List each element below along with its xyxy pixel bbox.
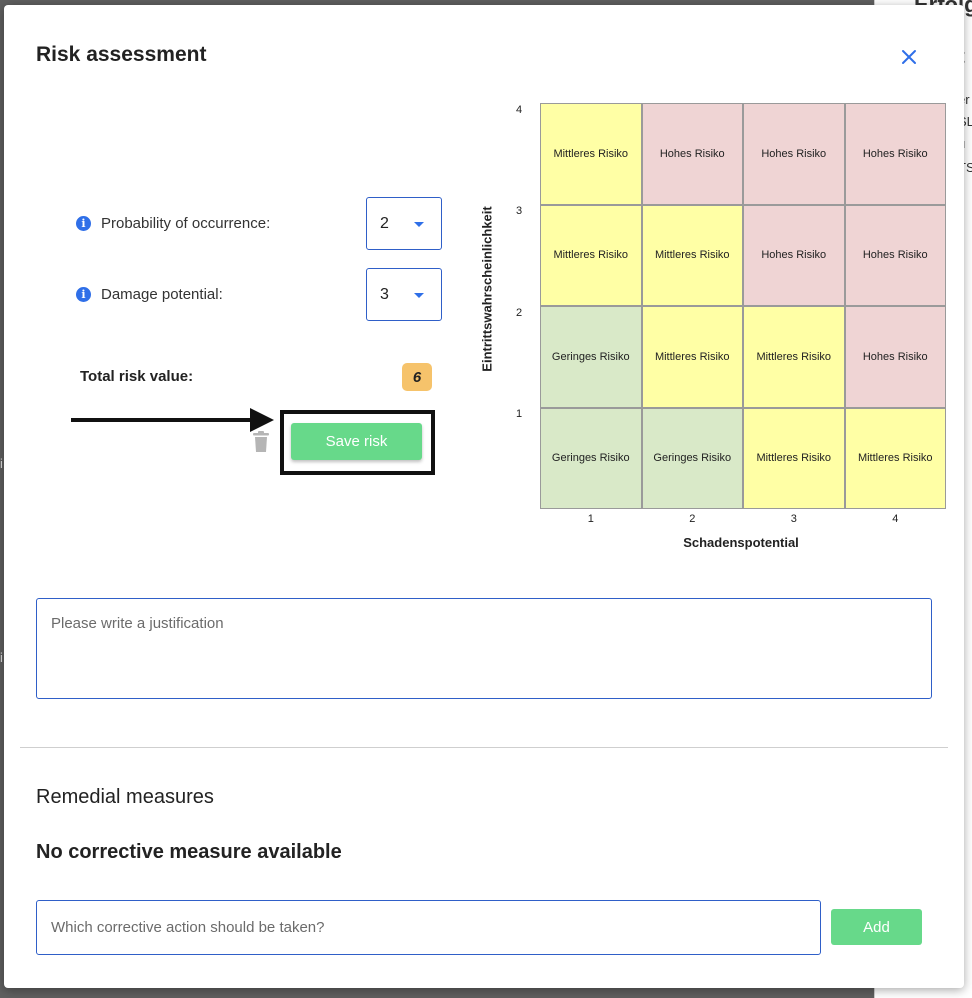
y-tick-label: 1 xyxy=(516,408,523,421)
damage-value: 3 xyxy=(380,285,389,303)
x-tick-label: 1 xyxy=(587,513,594,525)
y-tick-label: 4 xyxy=(516,103,523,116)
matrix-cell: Hohes Risiko xyxy=(844,103,946,205)
total-risk-badge: 6 xyxy=(402,363,432,391)
matrix-cell: Mittleres Risiko xyxy=(743,407,845,509)
info-icon[interactable]: i xyxy=(76,216,91,231)
info-icon[interactable]: i xyxy=(76,287,91,302)
remedial-measures-title: Remedial measures xyxy=(36,786,214,808)
no-measures-message: No corrective measure available xyxy=(36,841,342,863)
probability-label: Probability of occurrence: xyxy=(101,215,271,232)
background-text-fragment: i xyxy=(0,650,3,665)
matrix-cell: Mittleres Risiko xyxy=(540,103,642,205)
modal-title: Risk assessment xyxy=(36,43,207,66)
damage-row: i Damage potential: xyxy=(76,286,223,303)
matrix-cell: Hohes Risiko xyxy=(743,204,845,306)
x-axis-label: Schadenspotential xyxy=(683,535,799,550)
x-tick-label: 3 xyxy=(790,513,797,525)
matrix-cell: Mittleres Risiko xyxy=(743,306,845,408)
chevron-down-icon xyxy=(414,222,424,227)
damage-label: Damage potential: xyxy=(101,286,223,303)
save-risk-button[interactable]: Save risk xyxy=(291,423,422,460)
matrix-cell: Hohes Risiko xyxy=(641,103,743,205)
matrix-cell: Hohes Risiko xyxy=(743,103,845,205)
background-text-fragment: i xyxy=(0,456,3,471)
close-button[interactable] xyxy=(897,45,921,69)
probability-select[interactable]: 2 xyxy=(366,197,442,250)
corrective-action-input[interactable] xyxy=(36,900,821,955)
total-risk-label: Total risk value: xyxy=(80,368,194,385)
risk-assessment-modal: Risk assessment i Probability of occurre… xyxy=(4,5,964,988)
matrix-cell: Hohes Risiko xyxy=(844,204,946,306)
damage-select[interactable]: 3 xyxy=(366,268,442,321)
section-divider xyxy=(20,747,948,748)
chevron-down-icon xyxy=(414,293,424,298)
probability-row: i Probability of occurrence: xyxy=(76,215,270,232)
matrix-cell: Geringes Risiko xyxy=(641,407,743,509)
y-axis-label: Eintrittswahrscheinlichkeit xyxy=(479,206,495,372)
annotation-arrow-line xyxy=(71,418,255,422)
annotation-arrow-head xyxy=(250,408,274,432)
trash-icon[interactable] xyxy=(252,431,270,453)
matrix-cell: Hohes Risiko xyxy=(844,306,946,408)
matrix-cell: Mittleres Risiko xyxy=(641,306,743,408)
risk-matrix: Geringes Risiko Geringes Risiko Mittleres … xyxy=(540,103,946,509)
justification-field[interactable] xyxy=(36,598,932,699)
add-button[interactable]: Add xyxy=(831,909,922,945)
y-tick-label: 3 xyxy=(516,205,523,218)
matrix-cell: Geringes Risiko xyxy=(540,407,642,509)
x-tick-label: 2 xyxy=(689,513,696,525)
x-tick-label: 4 xyxy=(892,513,899,525)
y-tick-label: 2 xyxy=(516,306,523,319)
matrix-cell: Mittleres Risiko xyxy=(641,204,743,306)
matrix-cell: Geringes Risiko xyxy=(540,306,642,408)
close-icon xyxy=(902,50,916,64)
probability-value: 2 xyxy=(380,214,389,232)
matrix-cell: Mittleres Risiko xyxy=(540,204,642,306)
matrix-cell: Mittleres Risiko xyxy=(844,407,946,509)
